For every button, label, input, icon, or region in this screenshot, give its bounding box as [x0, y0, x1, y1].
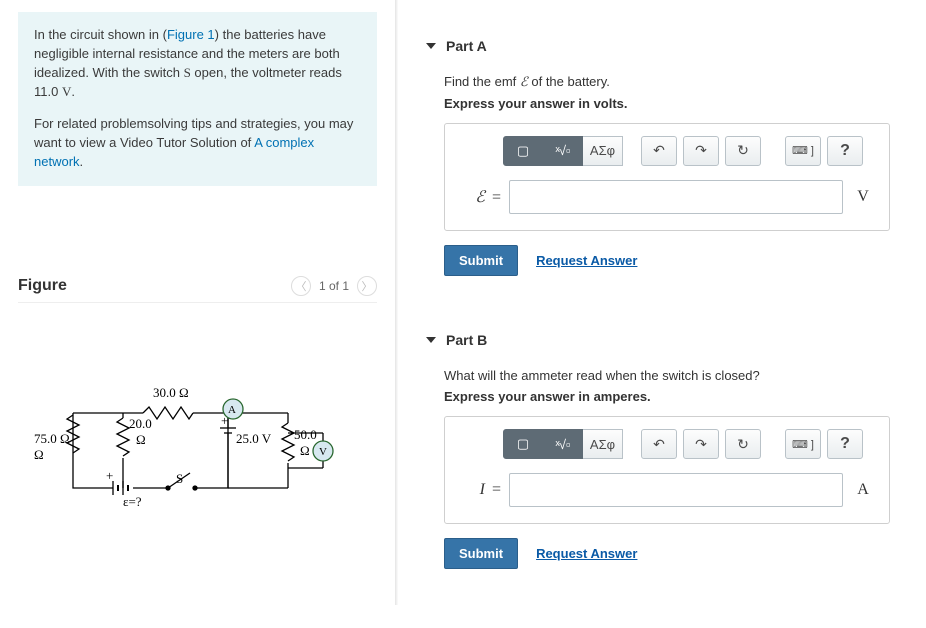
part-a-panel: Part A Find the emf ℰ of the battery. Ex… [398, 20, 908, 294]
greek-button[interactable]: ΑΣφ [583, 429, 623, 459]
help-button[interactable]: ? [827, 429, 863, 459]
svg-text:V: V [319, 446, 327, 458]
undo-button[interactable]: ↶ [641, 136, 677, 166]
svg-text:+: + [106, 468, 113, 483]
request-answer-a[interactable]: Request Answer [536, 253, 637, 268]
undo-button[interactable]: ↶ [641, 429, 677, 459]
answer-box-b: ▢ x√▫ ΑΣφ ↶ ↷ ↻ ⌨ ] ? I = A [444, 416, 890, 524]
lhs-a: ℰ = [459, 187, 501, 207]
figure-heading: Figure [18, 277, 67, 295]
volt-symbol: V [62, 84, 71, 99]
lhs-b: I = [459, 481, 501, 499]
intro-text: . [80, 154, 84, 169]
svg-text:20.0: 20.0 [129, 416, 152, 431]
part-a-header[interactable]: Part A [426, 32, 890, 66]
caret-down-icon [426, 43, 436, 49]
svg-text:S: S [176, 471, 183, 486]
answer-input-b[interactable] [509, 473, 843, 507]
svg-text:Ω: Ω [300, 443, 310, 458]
part-b-prompt: What will the ammeter read when the swit… [444, 366, 890, 386]
svg-text:75.0 Ω: 75.0 Ω [34, 431, 70, 446]
toolbar-b: ▢ x√▫ ΑΣφ ↶ ↷ ↻ ⌨ ] ? [503, 429, 875, 459]
submit-button-b[interactable]: Submit [444, 538, 518, 569]
reset-button[interactable]: ↻ [725, 136, 761, 166]
unit-a: V [851, 188, 875, 206]
greek-button[interactable]: ΑΣφ [583, 136, 623, 166]
prev-figure-button[interactable]: 〈 [291, 276, 311, 296]
template-button[interactable]: ▢ [503, 429, 543, 459]
svg-text:50.0: 50.0 [294, 427, 317, 442]
svg-text:Ω: Ω [34, 447, 44, 462]
intro-paragraph-1: In the circuit shown in (Figure 1) the b… [34, 26, 361, 101]
part-a-prompt: Find the emf ℰ of the battery. [444, 72, 890, 92]
intro-text: . [71, 84, 75, 99]
next-figure-button[interactable]: 〉 [357, 276, 377, 296]
part-b-header[interactable]: Part B [426, 326, 890, 360]
keyboard-button[interactable]: ⌨ ] [785, 429, 821, 459]
part-a-title: Part A [446, 38, 487, 54]
figure-pager: 〈 1 of 1 〉 [291, 276, 377, 296]
svg-text:30.0 Ω: 30.0 Ω [153, 385, 189, 400]
part-a-instruction: Express your answer in volts. [444, 96, 890, 111]
part-b-title: Part B [446, 332, 487, 348]
redo-button[interactable]: ↷ [683, 136, 719, 166]
circuit-figure: 30.0 Ω 75.0 Ω Ω 20.0 Ω 25.0 V 50.0 Ω ε=?… [18, 373, 377, 553]
svg-text:25.0 V: 25.0 V [236, 431, 272, 446]
help-button[interactable]: ? [827, 136, 863, 166]
intro-paragraph-2: For related problemsolving tips and stra… [34, 115, 361, 172]
figure-link[interactable]: Figure 1 [167, 27, 215, 42]
redo-button[interactable]: ↷ [683, 429, 719, 459]
intro-text: In the circuit shown in ( [34, 27, 167, 42]
submit-button-a[interactable]: Submit [444, 245, 518, 276]
keyboard-button[interactable]: ⌨ ] [785, 136, 821, 166]
answer-input-a[interactable] [509, 180, 843, 214]
switch-symbol: S [184, 65, 191, 80]
svg-text:ε=?: ε=? [123, 494, 142, 509]
template-button[interactable]: ▢ [503, 136, 543, 166]
toolbar-a: ▢ x√▫ ΑΣφ ↶ ↷ ↻ ⌨ ] ? [503, 136, 875, 166]
svg-text:Ω: Ω [136, 432, 146, 447]
svg-text:+: + [221, 413, 228, 428]
sqrt-button[interactable]: x√▫ [543, 136, 583, 166]
unit-b: A [851, 481, 875, 499]
request-answer-b[interactable]: Request Answer [536, 546, 637, 561]
svg-text:A: A [228, 404, 236, 416]
caret-down-icon [426, 337, 436, 343]
sqrt-button[interactable]: x√▫ [543, 429, 583, 459]
intro-box: In the circuit shown in (Figure 1) the b… [18, 12, 377, 186]
reset-button[interactable]: ↻ [725, 429, 761, 459]
part-b-panel: Part B What will the ammeter read when t… [398, 314, 908, 588]
part-b-instruction: Express your answer in amperes. [444, 389, 890, 404]
answer-box-a: ▢ x√▫ ΑΣφ ↶ ↷ ↻ ⌨ ] ? ℰ = V [444, 123, 890, 231]
pager-text: 1 of 1 [319, 279, 349, 293]
